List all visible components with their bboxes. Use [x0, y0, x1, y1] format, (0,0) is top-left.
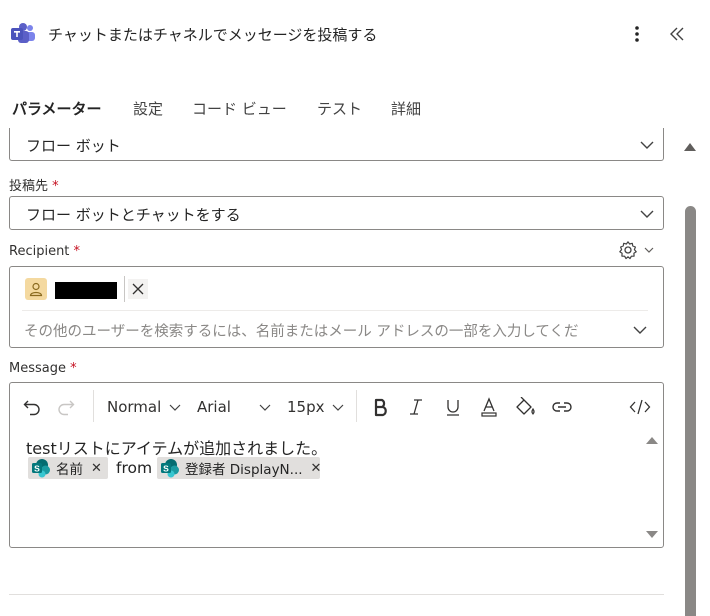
tab-bar: パラメーター 設定 コード ビュー テスト 詳細	[0, 92, 700, 132]
header: チャットまたはチャネルでメッセージを投稿する	[0, 0, 710, 68]
divider	[9, 594, 664, 595]
chevron-down-icon	[259, 404, 271, 411]
token-label: 登録者 DisplayN...	[185, 462, 303, 478]
link-button[interactable]	[551, 395, 573, 419]
editor-scroll-down-icon[interactable]	[645, 530, 659, 540]
chevron-down-icon	[644, 247, 654, 253]
page-title: チャットまたはチャネルでメッセージを投稿する	[48, 26, 378, 44]
chevron-down-icon	[169, 404, 181, 411]
tab-test[interactable]: テスト	[317, 98, 362, 119]
message-label: Message *	[9, 361, 77, 376]
tab-details[interactable]: 詳細	[391, 98, 421, 119]
post-in-select[interactable]: フロー ボットとチャットをする	[9, 196, 664, 230]
code-view-button[interactable]	[629, 395, 651, 419]
recipient-label-text: Recipient	[9, 244, 70, 259]
paint-bucket-icon	[516, 397, 535, 415]
sharepoint-icon: S	[32, 459, 50, 478]
font-color-icon	[481, 397, 497, 417]
post-in-label: 投稿先 *	[9, 175, 59, 194]
recipient-search-input[interactable]: その他のユーザーを検索するには、名前またはメール アドレスの一部を入力してくだ	[24, 320, 628, 341]
link-icon	[552, 402, 572, 412]
italic-icon	[410, 399, 422, 415]
remove-recipient-button[interactable]	[128, 279, 148, 299]
undo-icon	[23, 400, 40, 416]
paragraph-style-select[interactable]: Normal	[107, 395, 181, 419]
dynamic-content-token[interactable]: S 登録者 DisplayN... ✕	[157, 457, 322, 479]
chevron-down-icon	[640, 141, 654, 149]
close-icon	[132, 283, 144, 295]
highlight-button[interactable]	[514, 395, 536, 419]
post-in-value: フロー ボットとチャットをする	[26, 206, 241, 224]
code-icon	[629, 399, 651, 415]
italic-button[interactable]	[407, 395, 425, 419]
remove-token-button[interactable]: ✕	[91, 461, 102, 476]
message-label-text: Message	[9, 361, 66, 376]
font-family-select[interactable]: Arial	[197, 395, 271, 419]
font-family-value: Arial	[197, 398, 231, 416]
toolbar-divider	[93, 390, 94, 422]
tab-code-view[interactable]: コード ビュー	[192, 98, 287, 119]
post-as-value: フロー ボット	[26, 137, 121, 155]
redacted-recipient-name	[55, 282, 117, 299]
font-size-value: 15px	[287, 398, 325, 416]
undo-button[interactable]	[22, 395, 42, 419]
person-icon	[25, 278, 47, 300]
required-marker: *	[73, 244, 81, 259]
chevron-down-icon	[640, 210, 654, 218]
chevron-down-icon[interactable]	[632, 322, 648, 338]
chevron-down-icon	[332, 404, 343, 411]
post-as-select[interactable]: フロー ボット	[9, 128, 664, 161]
underline-icon	[447, 400, 459, 416]
bold-icon	[374, 398, 387, 417]
recipient-label: Recipient *	[9, 244, 80, 259]
svg-text:S: S	[34, 464, 40, 474]
more-vertical-icon	[635, 26, 639, 42]
editor-scroll-up-icon[interactable]	[645, 435, 659, 445]
collapse-panel-button[interactable]	[664, 22, 690, 46]
recipient-settings-button[interactable]	[618, 239, 658, 261]
connector-text: from	[116, 459, 153, 477]
scrollbar-thumb[interactable]	[685, 206, 696, 616]
more-options-button[interactable]	[624, 22, 650, 46]
required-marker: *	[70, 361, 77, 376]
teams-icon	[11, 23, 35, 43]
dynamic-content-token[interactable]: S 名前 ✕	[28, 457, 108, 479]
redo-button[interactable]	[56, 395, 76, 419]
svg-text:S: S	[163, 464, 169, 474]
gear-icon	[619, 241, 637, 260]
scroll-up-icon[interactable]	[683, 140, 697, 152]
font-color-button[interactable]	[480, 395, 498, 419]
tab-settings[interactable]: 設定	[133, 98, 163, 119]
token-label: 名前	[56, 462, 83, 478]
paragraph-style-value: Normal	[107, 398, 162, 416]
chip-divider	[124, 276, 125, 302]
font-size-select[interactable]: 15px	[287, 395, 344, 419]
tab-parameters[interactable]: パラメーター	[12, 98, 102, 119]
double-chevron-left-icon	[670, 27, 684, 41]
message-body-text[interactable]: testリストにアイテムが追加されました。	[26, 435, 327, 459]
sharepoint-icon: S	[161, 459, 179, 478]
required-marker: *	[52, 179, 59, 194]
toolbar-divider	[356, 390, 357, 422]
divider	[22, 310, 648, 311]
redo-icon	[58, 400, 75, 416]
underline-button[interactable]	[444, 395, 462, 419]
bold-button[interactable]	[372, 395, 390, 419]
post-in-label-text: 投稿先	[9, 179, 49, 194]
remove-token-button[interactable]: ✕	[311, 461, 322, 476]
